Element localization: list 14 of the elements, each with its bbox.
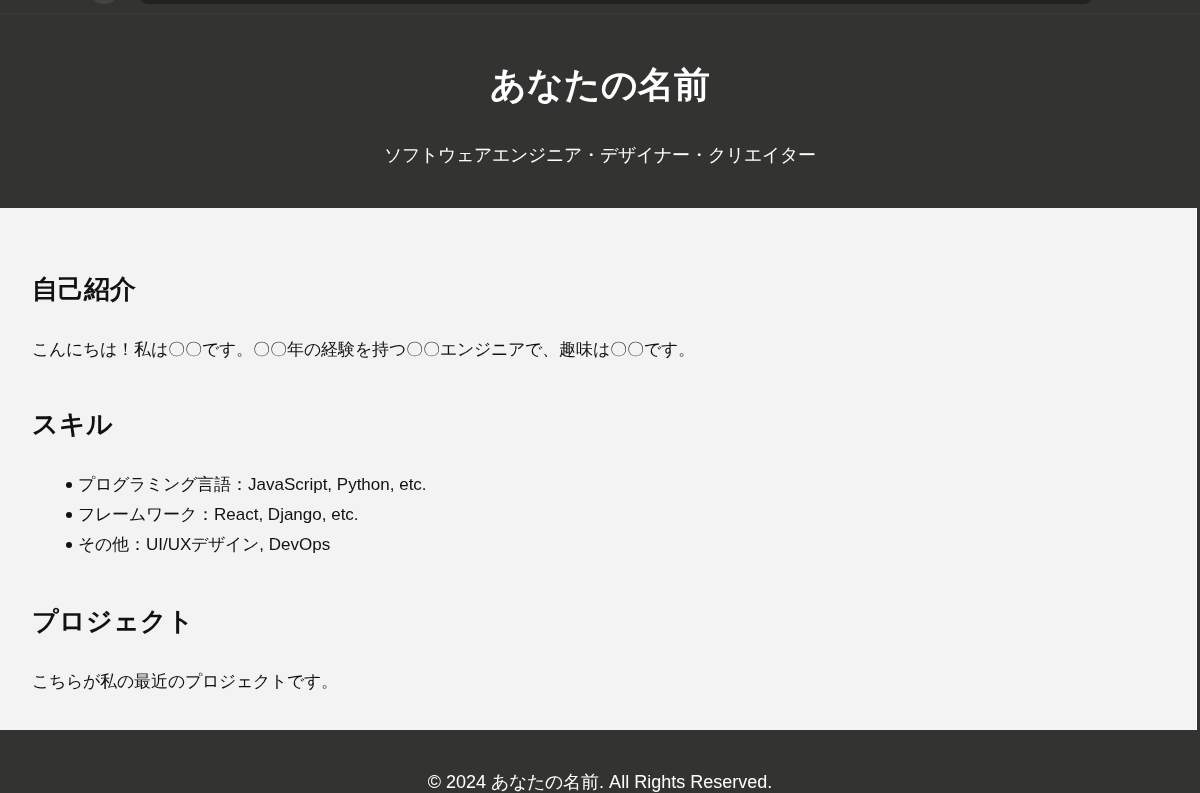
skill-item: プログラミング言語：JavaScript, Python, etc. <box>78 474 427 496</box>
skill-item: フレームワーク：React, Django, etc. <box>78 504 359 526</box>
skill-item: その他：UI/UXデザイン, DevOps <box>78 534 331 556</box>
footer-copyright: © 2024 あなたの名前. All Rights Reserved. <box>426 771 774 793</box>
section-paragraph: こんにちは！私は〇〇です。〇〇年の経験を持つ〇〇エンジニアで、趣味は〇〇です。 <box>32 339 696 361</box>
bullet-icon <box>66 482 72 488</box>
bullet-icon <box>66 512 72 518</box>
bullet-icon <box>66 542 72 548</box>
section-heading: スキル <box>32 408 114 440</box>
page-title: あなたの名前 <box>489 63 711 107</box>
section-heading: 自己紹介 <box>32 273 137 305</box>
section-paragraph: こちらが私の最近のプロジェクトです。 <box>32 671 339 693</box>
page-subtitle: ソフトウェアエンジニア・デザイナー・クリエイター <box>383 144 817 167</box>
section-heading: プロジェクト <box>32 605 195 637</box>
